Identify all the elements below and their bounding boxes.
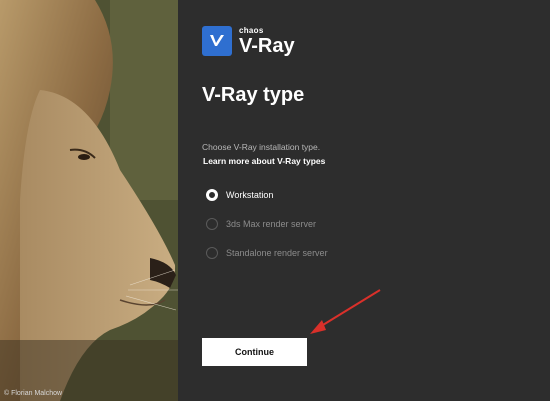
- logo-product: V-Ray: [239, 34, 295, 57]
- lion-illustration: [0, 0, 178, 401]
- radio-unselected-icon[interactable]: [206, 218, 218, 230]
- radio-selected-icon[interactable]: [206, 189, 218, 201]
- logo-brand: chaos: [239, 25, 264, 35]
- setup-panel: chaos V-Ray V-Ray type Choose V-Ray inst…: [178, 0, 550, 401]
- option-label: Standalone render server: [226, 248, 328, 258]
- install-type-options: Workstation 3ds Max render server Standa…: [206, 186, 328, 273]
- page-subtitle: Choose V-Ray installation type.: [202, 142, 321, 152]
- photo-credit: © Florian Malchow: [4, 390, 63, 397]
- learn-more-link[interactable]: Learn more about V-Ray types: [203, 156, 325, 166]
- lion-photo: © Florian Malchow: [0, 0, 178, 401]
- radio-unselected-icon[interactable]: [206, 247, 218, 259]
- option-workstation[interactable]: Workstation: [206, 186, 328, 204]
- installer-window: © Florian Malchow chaos V-Ray V-Ray type…: [0, 0, 550, 401]
- page-title: V-Ray type: [202, 84, 305, 106]
- option-standalone-render-server[interactable]: Standalone render server: [206, 244, 328, 262]
- v-ray-logo-icon: [202, 26, 232, 56]
- option-label: 3ds Max render server: [226, 219, 317, 229]
- continue-button[interactable]: Continue: [202, 338, 307, 366]
- option-label: Workstation: [226, 190, 274, 200]
- option-3ds-max-render-server[interactable]: 3ds Max render server: [206, 215, 328, 233]
- vray-logo: chaos V-Ray: [202, 26, 295, 56]
